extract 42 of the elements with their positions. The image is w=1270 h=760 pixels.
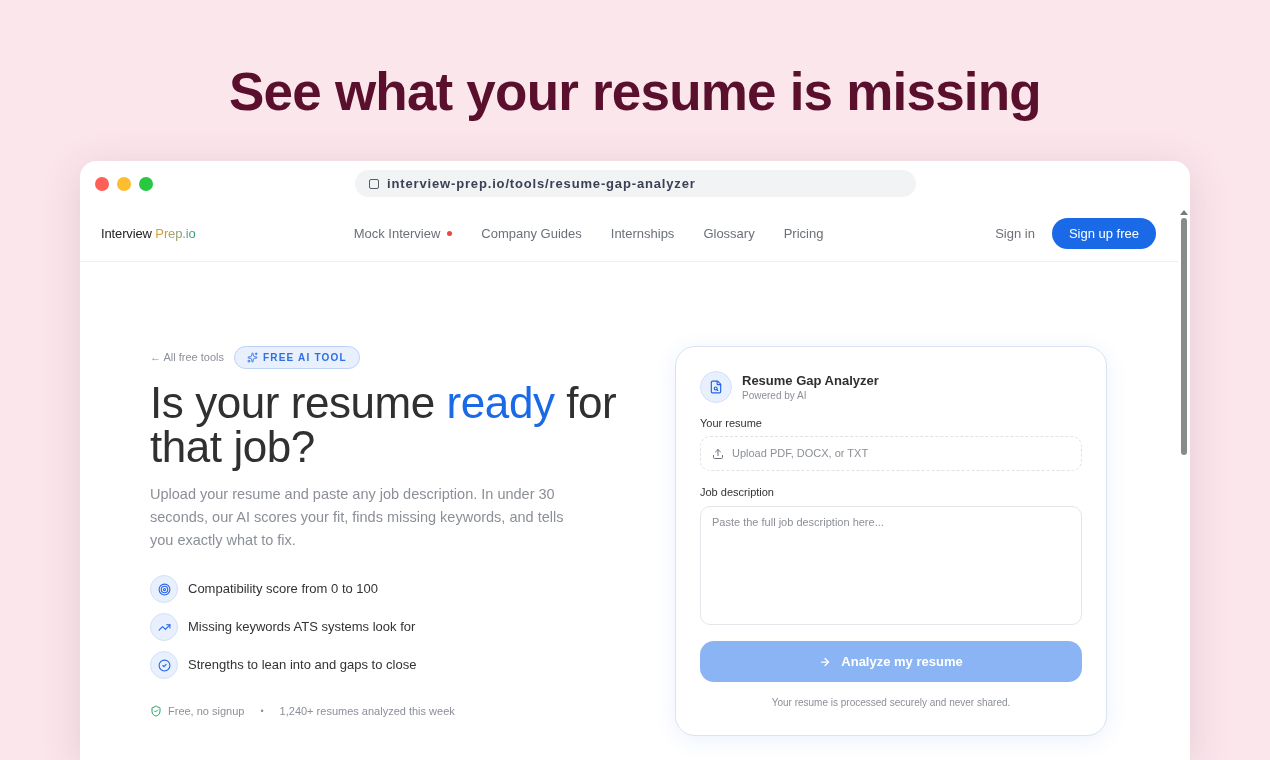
circle-check-icon — [150, 651, 178, 679]
address-bar[interactable]: interview-prep.io/tools/resume-gap-analyzer — [355, 170, 916, 197]
arrow-right-icon — [819, 655, 832, 668]
nav-link[interactable]: Glossary — [703, 223, 755, 244]
usage-stat: 1,240+ resumes analyzed this week — [279, 704, 455, 719]
nav-link[interactable]: Company Guides — [481, 223, 582, 244]
sign-in-link[interactable]: Sign in — [995, 223, 1035, 244]
document-search-icon — [700, 371, 732, 403]
nav-link[interactable]: Pricing — [783, 223, 824, 244]
target-icon — [150, 575, 178, 603]
scroll-up-icon[interactable] — [1180, 210, 1188, 215]
card-subtitle: Powered by AI — [742, 388, 808, 402]
separator-dot: • — [260, 704, 264, 718]
shield-check-icon — [150, 705, 162, 718]
upload-placeholder: Upload PDF, DOCX, or TXT — [732, 446, 869, 462]
privacy-note: Your resume is processed securely and never shared. — [770, 697, 1012, 709]
upload-dropzone[interactable]: Upload PDF, DOCX, or TXT — [700, 436, 1082, 471]
sparkle-icon — [247, 352, 258, 363]
nav-link[interactable]: Internships — [610, 223, 675, 244]
free-note: Free, no signup — [168, 704, 245, 719]
minimize-window-icon[interactable] — [117, 176, 131, 191]
site-logo[interactable]: Interview Prep.io — [101, 223, 196, 244]
feature-text: Compatibility score from 0 to 100 — [188, 580, 379, 599]
close-window-icon[interactable] — [95, 176, 109, 191]
scrollbar-thumb[interactable] — [1181, 218, 1187, 455]
resume-label: Your resume — [700, 416, 763, 430]
maximize-window-icon[interactable] — [139, 176, 153, 191]
url-text: interview-prep.io/tools/resume-gap-analyzer — [387, 174, 696, 193]
hero-description: Upload your resume and paste any job description. In under 30 seconds, our AI scores your fit, finds missing keywords, and tells you exactly what to fix. — [150, 485, 565, 550]
badge-text: FREE AI TOOL — [263, 351, 347, 365]
trending-up-icon — [150, 613, 178, 641]
page-icon — [369, 178, 379, 189]
job-description-field[interactable]: Paste the full job description here... — [700, 506, 1082, 625]
feature-text: Missing keywords ATS systems look for — [188, 618, 416, 637]
feature-text: Strengths to lean into and gaps to close — [188, 656, 417, 675]
card-title: Resume Gap Analyzer — [742, 372, 879, 389]
upload-icon — [712, 447, 724, 460]
job-description-label: Job description — [700, 485, 775, 499]
nav-link[interactable]: Mock Interview — [353, 223, 441, 244]
back-link[interactable]: ← All free tools — [150, 349, 224, 366]
sign-up-button[interactable]: Sign up free — [1051, 218, 1156, 249]
hero-heading: Is your resume ready for that job? — [150, 381, 618, 469]
